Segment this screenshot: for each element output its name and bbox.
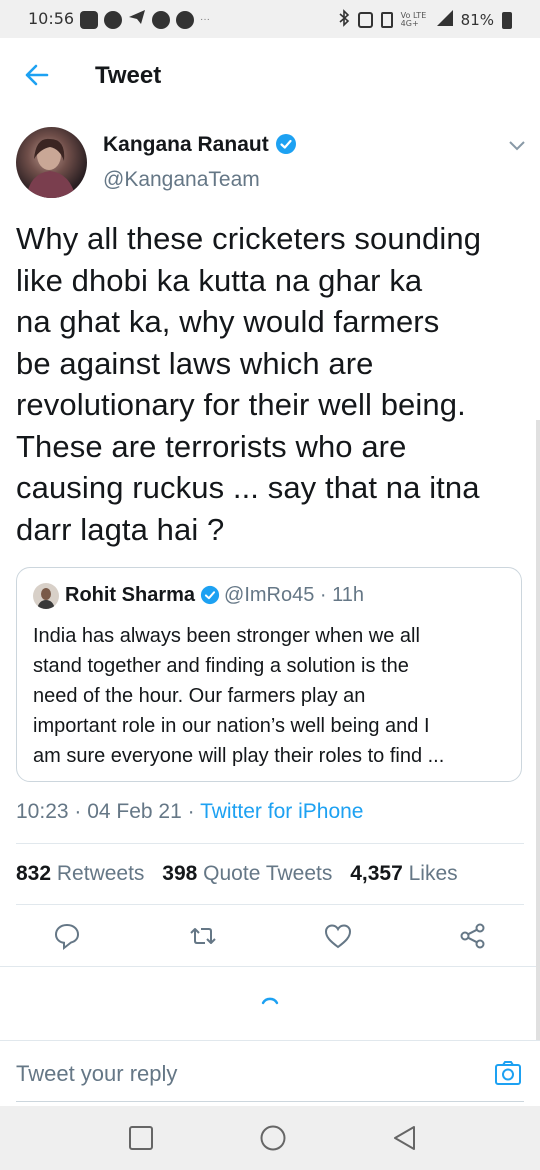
message-icon (80, 10, 98, 29)
heart-icon[interactable] (323, 921, 353, 951)
reply-input[interactable]: Tweet your reply (16, 1061, 177, 1087)
reply-icon[interactable] (52, 921, 82, 951)
tweet-line: causing ruckus ... say that na itna (16, 470, 480, 505)
tweet-text: Why all these cricketers sounding like d… (16, 218, 521, 550)
recent-apps-icon[interactable] (127, 1124, 155, 1152)
divider (0, 966, 540, 967)
quoted-tweet-meta: @ImRo45 · 11h (224, 584, 365, 606)
verified-badge-icon (200, 585, 220, 605)
tweet-line: Why all these cricketers sounding (16, 221, 482, 256)
tweet-timestamp: 10:23 · 04 Feb 21 · Twitter for iPhone (16, 800, 363, 824)
network-label: Vo LTE 4G+ (400, 11, 427, 28)
author-name[interactable]: Kangana Ranaut (103, 133, 269, 156)
quoted-line: need of the hour. Our farmers play an (33, 685, 366, 707)
quoted-line: stand together and finding a solution is… (33, 655, 409, 677)
action-bar (0, 921, 540, 951)
notification-icons: ··· (80, 8, 210, 31)
home-icon[interactable] (259, 1124, 287, 1152)
quotes-count: 398 (162, 862, 198, 885)
quoted-tweet-card[interactable]: Rohit Sharma @ImRo45 · 11h India has alwa… (16, 567, 522, 782)
camera-icon[interactable] (494, 1059, 522, 1087)
source-link[interactable]: Twitter for iPhone (200, 800, 363, 823)
divider (16, 843, 524, 844)
system-nav-bar (0, 1106, 540, 1170)
likes-stat[interactable]: 4,357 Likes (350, 862, 457, 885)
quoted-line: important role in our nation’s well bein… (33, 715, 430, 737)
likes-label: Likes (408, 862, 458, 885)
battery-percent: 81% (460, 11, 494, 29)
tweet-line: revolutionary for their well being. (16, 387, 466, 422)
status-bar: 10:56 ··· Vo LTE 4G+ 81% (0, 0, 540, 38)
likes-count: 4,357 (350, 862, 403, 885)
quoted-tweet-header: Rohit Sharma @ImRo45 · 11h (65, 584, 364, 607)
scrollbar[interactable] (536, 420, 540, 1040)
phone-icon (152, 10, 170, 29)
retweet-icon[interactable] (188, 921, 218, 951)
quoted-author-avatar (33, 583, 59, 609)
timestamp-text: 10:23 · 04 Feb 21 · (16, 800, 201, 823)
system-icons: Vo LTE 4G+ 81% (338, 9, 512, 31)
retweets-count: 832 (16, 862, 52, 885)
page-title: Tweet (95, 62, 162, 89)
bluetooth-icon (338, 9, 350, 31)
retweets-label: Retweets (56, 862, 145, 885)
battery-icon (502, 11, 512, 29)
tweet-line: darr lagta hai ? (16, 511, 225, 547)
quoted-line: am sure everyone will play their roles t… (33, 745, 445, 767)
share-icon[interactable] (458, 921, 488, 951)
retweets-stat[interactable]: 832 Retweets (16, 862, 144, 885)
header: Tweet (0, 38, 540, 112)
tweet-stats: 832 Retweets 398 Quote Tweets 4,357 Like… (16, 862, 458, 886)
divider (16, 904, 524, 905)
tweet-line: na ghat ka, why would farmers (16, 304, 440, 339)
quoted-author-name: Rohit Sharma (65, 584, 196, 606)
back-nav-icon[interactable] (391, 1124, 419, 1152)
tweet-line: be against laws which are (16, 345, 374, 381)
reply-underline (16, 1101, 524, 1102)
author-avatar[interactable] (16, 127, 87, 198)
quote-tweets-stat[interactable]: 398 Quote Tweets (162, 862, 332, 885)
author-name-row[interactable]: Kangana Ranaut (103, 133, 297, 157)
reply-composer: Tweet your reply (0, 1040, 540, 1107)
chevron-down-icon[interactable] (507, 138, 527, 152)
vibrate-icon (380, 12, 393, 28)
signal-icon (436, 10, 453, 30)
quoted-line: India has always been stronger when we a… (33, 625, 420, 647)
status-time: 10:56 (28, 9, 75, 28)
quoted-tweet-text: India has always been stronger when we a… (33, 621, 503, 771)
app-icon (176, 10, 194, 29)
back-arrow-icon[interactable] (22, 60, 52, 90)
more-notifications-icon: ··· (200, 14, 210, 25)
verified-badge-icon (275, 133, 297, 155)
nfc-icon (357, 12, 373, 28)
chat-icon (104, 10, 122, 29)
tweet-line: like dhobi ka kutta na ghar ka (16, 262, 423, 298)
tweet-line: These are terrorists who are (16, 428, 407, 464)
telegram-icon (128, 8, 146, 31)
author-handle[interactable]: @KanganaTeam (103, 168, 260, 192)
loading-spinner-icon (259, 988, 281, 1010)
quotes-label: Quote Tweets (203, 862, 333, 885)
